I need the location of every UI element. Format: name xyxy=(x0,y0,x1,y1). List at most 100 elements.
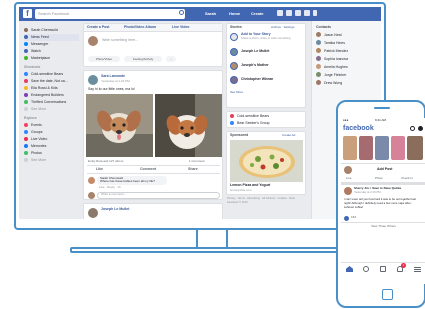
composer-input[interactable]: Write something here... xyxy=(102,38,138,43)
tab-create-post[interactable]: Create a Post xyxy=(87,25,109,30)
explore-item-live-video[interactable]: Live Video xyxy=(24,136,79,143)
post-author[interactable]: Joseph Le Mullet xyxy=(101,207,129,212)
like-button[interactable]: Like xyxy=(96,167,103,172)
explore-item-groups[interactable]: Groups xyxy=(24,129,79,136)
explore-see-more[interactable]: See More xyxy=(24,157,79,164)
like-reaction-icon xyxy=(344,216,349,221)
shortcut-item[interactable]: Ella Rossi & Kids xyxy=(24,85,79,92)
nav-item-profile[interactable]: Sarah Chemwold xyxy=(24,27,79,34)
signal-indicator: ●●● xyxy=(343,118,349,122)
comment-button[interactable]: Comment xyxy=(140,167,156,172)
search-input[interactable]: Search Facebook xyxy=(35,9,185,19)
explore-item-events[interactable]: Events xyxy=(24,122,79,129)
story-person[interactable]: Joseph's Mother xyxy=(241,63,269,68)
reaction-summary[interactable]: Emily Rota and 127 others xyxy=(88,159,123,164)
messenger-icon[interactable] xyxy=(286,10,292,16)
story-thumbnail[interactable] xyxy=(375,136,389,160)
contact-item[interactable]: Tamika Hines xyxy=(316,40,371,47)
avatar[interactable] xyxy=(230,48,238,56)
contact-item[interactable]: Jason Neal xyxy=(316,32,371,39)
notification-badge: 1 xyxy=(401,263,406,268)
live-button[interactable]: Live xyxy=(346,176,352,181)
avatar[interactable] xyxy=(88,208,98,218)
contact-item[interactable]: Jorge Fletcher xyxy=(316,72,371,79)
messenger-icon[interactable] xyxy=(418,126,423,131)
create-link[interactable]: Create xyxy=(251,10,263,18)
comment-count[interactable]: 1 Comment xyxy=(189,159,205,164)
story-thumbnail[interactable] xyxy=(391,136,405,160)
group-icon xyxy=(24,72,28,76)
search-icon[interactable] xyxy=(410,126,415,131)
story-person[interactable]: Christopher Whean xyxy=(241,77,273,82)
create-ad-link[interactable]: Create Ad xyxy=(282,133,295,138)
contact-item[interactable]: Patrick Mendez xyxy=(316,48,371,55)
profile-link[interactable]: Sarah xyxy=(205,10,216,18)
footer-links[interactable]: Privacy · Terms · Advertising · Ad Choic… xyxy=(227,197,305,204)
story-thumbnail[interactable] xyxy=(343,136,357,160)
avatar[interactable] xyxy=(344,187,352,195)
post-timestamp[interactable]: Yesterday at 1:24 PM xyxy=(101,79,130,84)
stories-settings[interactable]: Archive · Settings xyxy=(271,25,295,30)
comment-bubble: Sarah Chemwold Where has these babies be… xyxy=(97,176,167,185)
mobile-screen: ●●● 9:41 AM facebook Add Post Live Photo… xyxy=(341,118,425,284)
photo-button[interactable]: Photo xyxy=(375,176,383,181)
facebook-wordmark[interactable]: facebook xyxy=(343,125,374,132)
chevron-down-icon[interactable] xyxy=(313,10,317,16)
shortcut-item[interactable]: Save the date, Not ca... xyxy=(24,78,79,85)
shortcut-item[interactable]: Cold-sensitive Bears xyxy=(24,71,79,78)
reaction-count[interactable]: 183 xyxy=(351,215,356,220)
story-thumbnail[interactable] xyxy=(407,136,423,160)
shortcut-item[interactable]: Endangered Builders xyxy=(24,92,79,99)
ad-url[interactable]: lemonpizza.com xyxy=(230,188,252,193)
tab-photo-album[interactable]: Photo/Video Album xyxy=(124,25,156,30)
shortcut-item[interactable]: Bear Seeker's Group xyxy=(230,120,285,127)
avatar[interactable] xyxy=(230,62,238,70)
comment-actions[interactable]: Like · Reply · 1h xyxy=(99,185,121,190)
dog-photo-right[interactable] xyxy=(155,94,222,157)
ad-image[interactable] xyxy=(230,140,303,182)
nav-item-marketplace[interactable]: Marketplace xyxy=(24,55,79,62)
notifications-icon[interactable] xyxy=(295,10,301,16)
watch-icon xyxy=(24,49,28,53)
group-icon xyxy=(230,114,234,118)
facebook-logo-icon[interactable]: f xyxy=(23,9,32,18)
add-post-button[interactable]: Add Post xyxy=(377,167,392,172)
home-icon[interactable] xyxy=(346,266,353,272)
nav-item-news-feed[interactable]: News Feed xyxy=(24,34,79,41)
nav-item-watch[interactable]: Watch xyxy=(24,48,79,55)
friends-icon[interactable] xyxy=(363,266,369,272)
contact-item[interactable]: Sophia Ivanova xyxy=(316,56,371,63)
phone-home-button[interactable] xyxy=(382,289,393,300)
story-thumbnail[interactable] xyxy=(359,136,373,160)
add-story-subtitle: Share a photo, video or write something xyxy=(241,36,291,40)
avatar[interactable] xyxy=(230,76,238,84)
explore-item-memories[interactable]: Memories xyxy=(24,143,79,150)
more-options-button[interactable]: … xyxy=(166,56,176,62)
avatar[interactable] xyxy=(88,75,98,85)
search-icon[interactable] xyxy=(179,10,184,15)
home-link[interactable]: Home xyxy=(229,10,240,18)
help-icon[interactable] xyxy=(304,10,310,16)
avatar xyxy=(344,166,352,174)
friend-requests-icon[interactable] xyxy=(277,10,283,16)
comment-input[interactable]: Write a comment... xyxy=(97,192,220,199)
add-story-icon[interactable] xyxy=(230,33,238,41)
stories-see-more[interactable]: See More xyxy=(230,90,243,95)
contact-item[interactable]: Drew Wong xyxy=(316,80,371,87)
explore-item-photos[interactable]: Photos xyxy=(24,150,79,157)
shortcuts-see-more[interactable]: See More xyxy=(24,106,79,113)
check-in-button[interactable]: Check In xyxy=(401,176,413,181)
tab-live-video[interactable]: Live Video xyxy=(172,25,189,30)
groups-icon[interactable] xyxy=(380,266,386,272)
share-button[interactable]: Share xyxy=(188,167,198,172)
dog-photo-left[interactable] xyxy=(86,94,153,157)
photo-video-button[interactable]: Photo/Video xyxy=(88,56,120,62)
contact-item[interactable]: Amelia Hughes xyxy=(316,64,371,71)
feeling-activity-button[interactable]: Feeling/Activity xyxy=(124,56,162,62)
view-comments-link[interactable]: View Three Others xyxy=(371,224,396,229)
story-person[interactable]: Joseph Le Mullet xyxy=(241,49,269,54)
nav-item-messenger[interactable]: Messenger xyxy=(24,41,79,48)
shortcut-item[interactable]: Cold-sensitive Bears xyxy=(230,113,285,120)
shortcut-item[interactable]: Thrifted Conversations xyxy=(24,99,79,106)
menu-icon[interactable] xyxy=(414,267,421,268)
